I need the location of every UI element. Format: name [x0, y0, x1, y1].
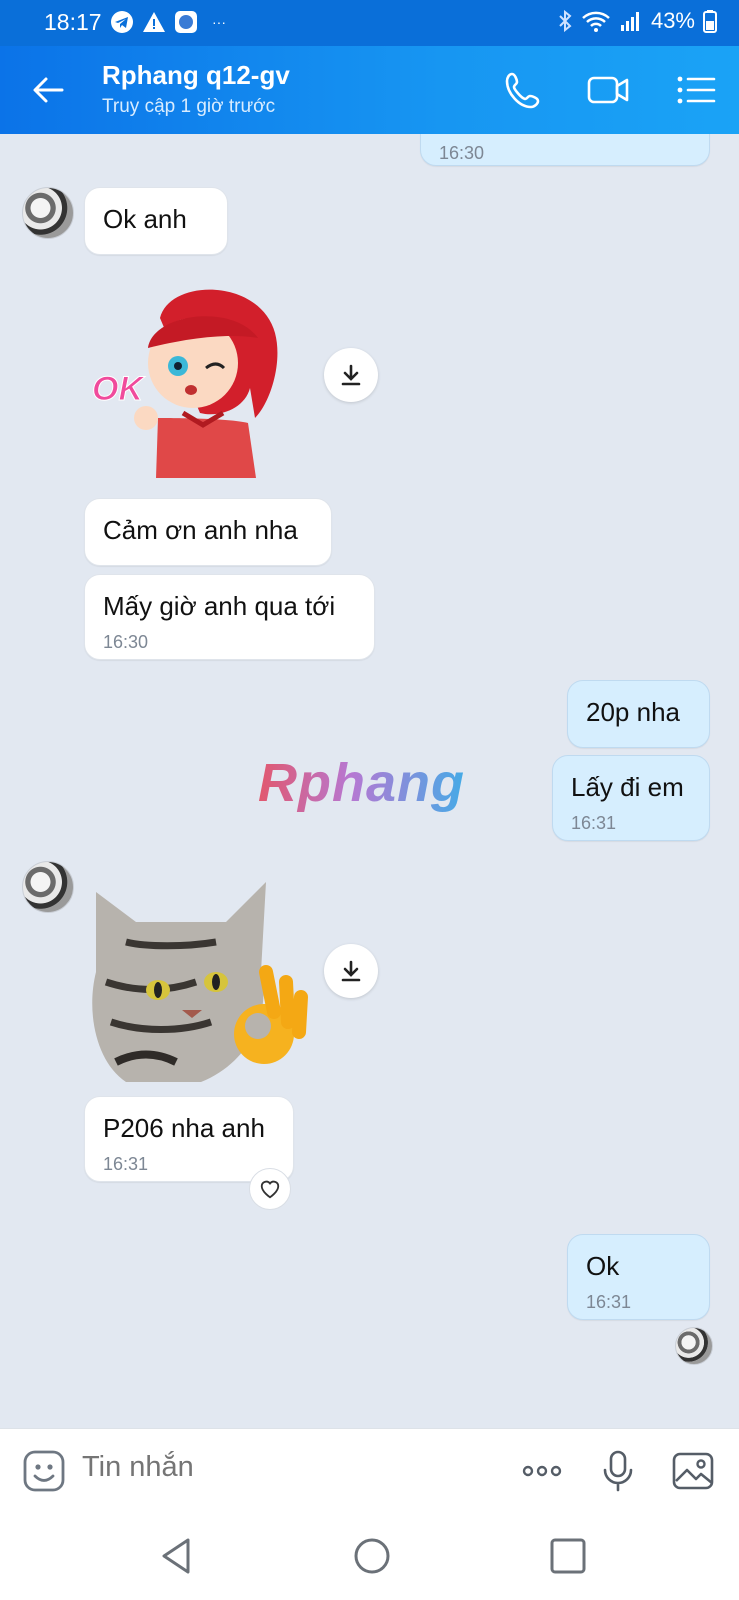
- contact-avatar[interactable]: [22, 861, 74, 913]
- message-time: 16:31: [586, 1292, 632, 1312]
- bluetooth-icon: [559, 9, 572, 33]
- message-bubble-incoming[interactable]: Mấy giờ anh qua tới 16:30: [84, 574, 375, 660]
- microphone-icon[interactable]: [596, 1449, 640, 1493]
- sticker-emoji-icon[interactable]: [22, 1449, 66, 1493]
- message-bubble-incoming[interactable]: Ok anh: [84, 187, 228, 255]
- phone-call-icon[interactable]: [502, 68, 546, 112]
- message-text: P206 nha anh: [103, 1113, 265, 1143]
- image-gallery-icon[interactable]: [671, 1449, 715, 1493]
- last-seen-status: Truy cập 1 giờ trước: [102, 96, 276, 117]
- contact-name[interactable]: Rphang q12-gv: [102, 60, 290, 91]
- message-text: Cảm ơn anh nha: [103, 515, 298, 545]
- download-icon: [341, 960, 361, 982]
- app-notification-icon: [175, 11, 197, 33]
- signal-icon: [620, 12, 639, 31]
- message-text: Ok anh: [103, 204, 187, 234]
- status-time: 18:17: [44, 9, 102, 35]
- message-text: Mấy giờ anh qua tới: [103, 591, 336, 621]
- cat-ok-sticker[interactable]: [86, 862, 316, 1092]
- contact-avatar[interactable]: [22, 187, 74, 239]
- chat-header: Rphang q12-gv Truy cập 1 giờ trước: [0, 46, 739, 134]
- wifi-icon: [582, 11, 610, 32]
- back-nav-icon[interactable]: [154, 1532, 202, 1580]
- message-list[interactable]: 16:30 Ok anh OK Cảm ơn anh nha Mấy giờ a…: [0, 134, 739, 1428]
- message-time: 16:30: [103, 632, 149, 652]
- ok-girl-sticker[interactable]: OK: [88, 278, 308, 488]
- recents-nav-icon[interactable]: [544, 1532, 592, 1580]
- svg-text:OK: OK: [92, 370, 145, 408]
- download-sticker-button[interactable]: [324, 944, 378, 998]
- video-call-icon[interactable]: [586, 68, 630, 112]
- message-bubble-outgoing[interactable]: 20p nha: [567, 680, 710, 748]
- home-nav-icon[interactable]: [348, 1532, 396, 1580]
- system-navigation-bar: [0, 1512, 739, 1600]
- message-input[interactable]: [82, 1451, 462, 1484]
- download-sticker-button[interactable]: [324, 348, 378, 402]
- status-bar: 18:17 ··· 43%: [0, 0, 739, 46]
- more-options-icon[interactable]: [520, 1449, 564, 1493]
- message-bubble-outgoing[interactable]: Lấy đi em 16:31: [552, 755, 710, 841]
- message-bubble-outgoing[interactable]: Ok 16:31: [567, 1234, 710, 1320]
- battery-icon: [703, 10, 717, 33]
- download-icon: [341, 364, 361, 386]
- menu-list-icon[interactable]: [674, 68, 718, 112]
- message-time: 16:30: [439, 143, 485, 163]
- back-arrow-icon[interactable]: [28, 70, 68, 110]
- watermark-logo: Rphang: [258, 753, 465, 813]
- message-text: 20p nha: [586, 697, 680, 727]
- heart-icon: [260, 1180, 280, 1199]
- telegram-icon: [111, 11, 133, 33]
- system-status: 43%: [557, 8, 717, 34]
- message-composer: [0, 1428, 739, 1513]
- more-notifications: ···: [212, 14, 226, 30]
- warning-icon: [143, 12, 165, 32]
- seen-avatar: [675, 1327, 713, 1365]
- message-time: 16:31: [571, 813, 617, 833]
- message-bubble-incoming[interactable]: Cảm ơn anh nha: [84, 498, 332, 566]
- message-time: 16:31: [103, 1154, 149, 1174]
- message-bubble-outgoing[interactable]: 16:30: [420, 134, 710, 166]
- notification-icons: ···: [110, 10, 226, 34]
- message-text: Ok: [586, 1251, 620, 1281]
- message-text: Lấy đi em: [571, 772, 684, 802]
- battery-percent: 43%: [650, 8, 695, 33]
- react-like-button[interactable]: [249, 1168, 291, 1210]
